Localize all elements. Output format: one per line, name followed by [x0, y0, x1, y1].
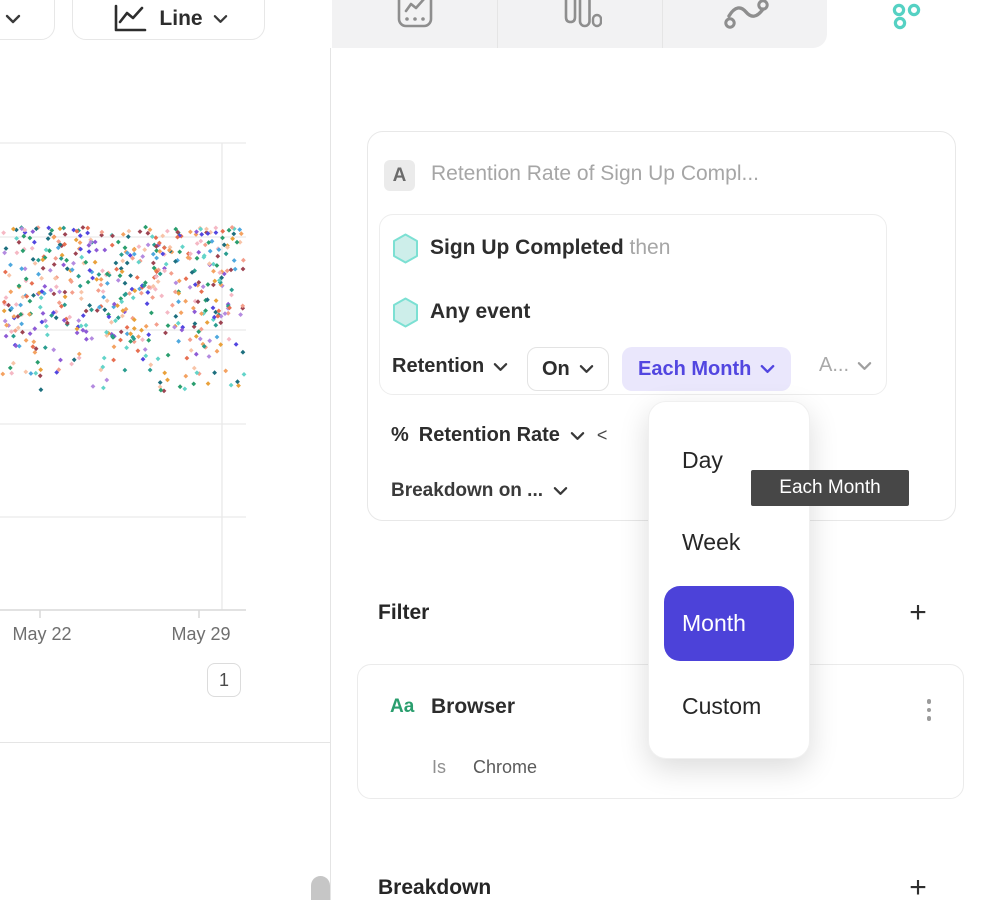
measure-dropdown[interactable]: % Retention Rate < [391, 424, 607, 447]
tab-flows[interactable] [663, 0, 828, 48]
chevron-down-icon [760, 364, 775, 374]
retention-steps-card: Sign Up Completed then Any event Retenti… [379, 214, 887, 395]
retention-scatter-chart [0, 0, 331, 900]
chevron-down-icon [493, 362, 508, 372]
breakdown-on-dropdown[interactable]: Breakdown on ... [391, 480, 568, 502]
string-property-icon: Aa [390, 696, 414, 718]
x-axis-tick-label: May 22 [12, 624, 71, 645]
chevron-down-icon [579, 364, 594, 374]
retention-type-dropdown[interactable]: Retention [392, 355, 508, 378]
chevron-down-icon [553, 486, 568, 496]
interval-menu: Day Week Month Custom [648, 401, 810, 759]
stepper-left-arrow[interactable]: < [597, 425, 608, 446]
collapsed-dropdown-button[interactable] [0, 0, 55, 40]
scrollbar-thumb[interactable] [311, 876, 330, 900]
interval-label: Each Month [638, 358, 751, 381]
retention-dots-icon [888, 3, 922, 33]
add-filter-button[interactable]: + [901, 596, 935, 630]
view-tab-bar [332, 0, 827, 48]
pagination-page-button[interactable]: 1 [207, 663, 241, 697]
filter-more-menu-icon[interactable] [918, 692, 940, 728]
step-return-event[interactable]: Any event [430, 300, 530, 324]
percent-symbol: % [391, 424, 409, 447]
tab-retention[interactable] [877, 0, 933, 40]
panel-divider [330, 48, 331, 900]
on-label: On [542, 358, 570, 381]
on-dropdown[interactable]: On [527, 347, 609, 391]
filter-section-heading: Filter [378, 601, 429, 625]
filter-operator-dropdown[interactable]: Is [432, 757, 446, 777]
app-screen: May 22 May 29 1 Line [0, 0, 982, 900]
flow-icon [723, 0, 769, 34]
breakdown-section-heading: Breakdown [378, 876, 491, 900]
add-breakdown-button[interactable]: + [901, 871, 935, 900]
chevron-down-icon [570, 431, 585, 441]
interval-dropdown[interactable]: Each Month [622, 347, 791, 391]
filter-property-dropdown[interactable]: Browser [431, 695, 515, 719]
tab-insights[interactable] [332, 0, 497, 48]
event-hexagon-icon [392, 297, 419, 328]
chevron-down-icon [213, 14, 228, 24]
retention-type-label: Retention [392, 355, 484, 378]
step-suffix-label: then [630, 236, 671, 259]
chevron-down-icon [857, 361, 872, 371]
event-hexagon-icon [392, 233, 419, 264]
x-axis-labels: May 22 May 29 [0, 624, 331, 650]
menu-item-month[interactable]: Month [664, 586, 794, 661]
overflow-dropdown[interactable]: A... [819, 354, 872, 377]
insights-chart-icon [396, 0, 434, 31]
overflow-label: A... [819, 354, 849, 377]
menu-item-week[interactable]: Week [649, 512, 811, 572]
menu-item-custom[interactable]: Custom [649, 676, 811, 736]
breakdown-on-label: Breakdown on ... [391, 480, 543, 502]
series-badge: A [384, 160, 415, 191]
measure-label: Retention Rate [419, 424, 560, 447]
step-born-event[interactable]: Sign Up Completed then [430, 236, 670, 260]
line-chart-icon [109, 3, 149, 35]
interval-tooltip: Each Month [751, 470, 909, 506]
step-event-label: Sign Up Completed [430, 236, 624, 259]
query-title-input[interactable]: Retention Rate of Sign Up Compl... [431, 162, 759, 186]
chart-card-divider [0, 742, 331, 743]
funnel-bars-icon [560, 0, 602, 31]
x-axis-tick-label: May 29 [171, 624, 230, 645]
chart-type-button[interactable]: Line [72, 0, 265, 40]
chart-type-label: Line [159, 7, 202, 31]
tab-funnels[interactable] [498, 0, 663, 48]
chevron-down-icon [5, 14, 21, 24]
step-event-label: Any event [430, 300, 530, 323]
filter-value-dropdown[interactable]: Chrome [473, 757, 537, 777]
